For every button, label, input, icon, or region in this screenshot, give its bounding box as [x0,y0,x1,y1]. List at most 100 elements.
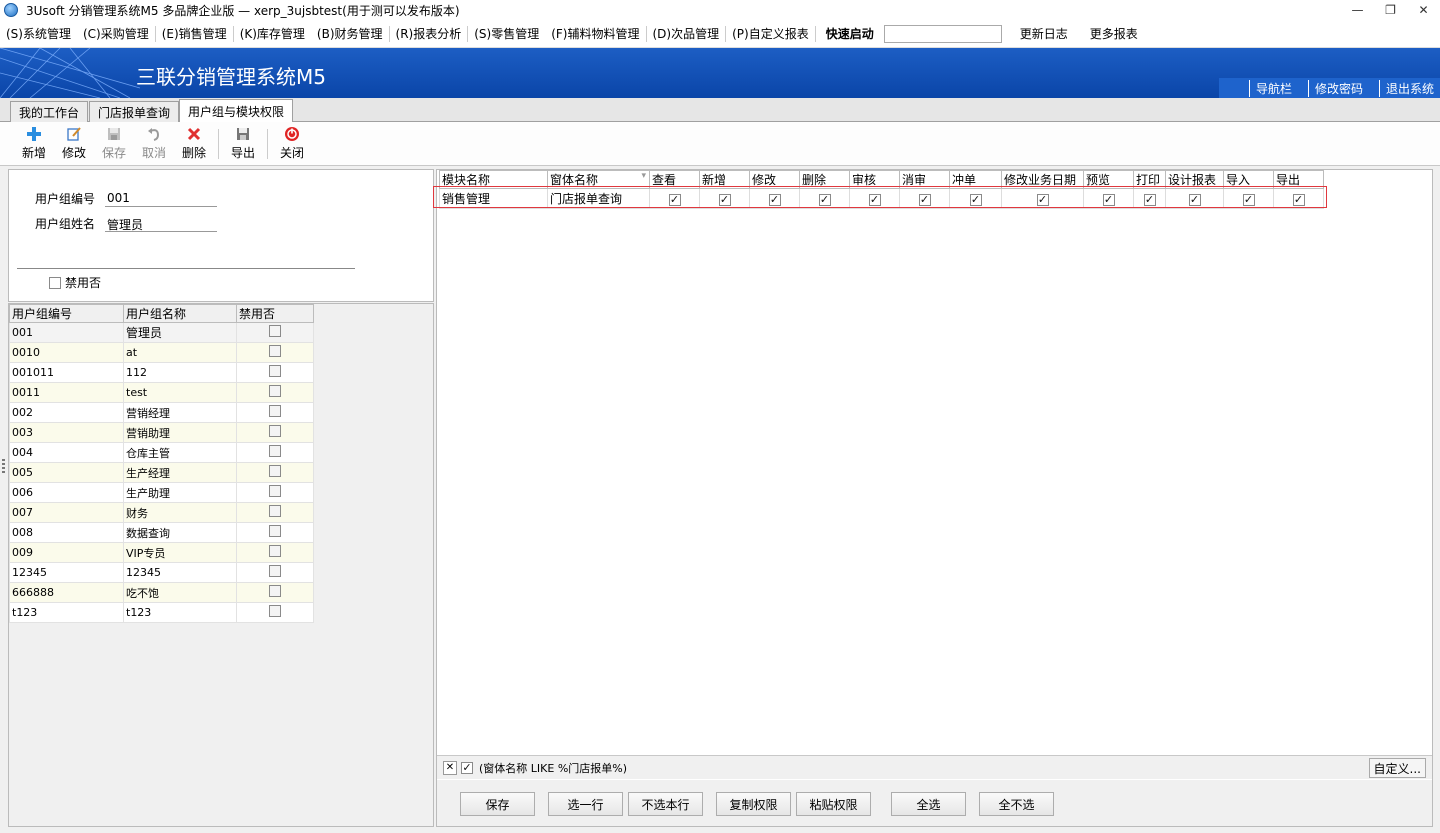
row-disabled-checkbox[interactable] [269,445,281,457]
copy-permissions-button[interactable]: 复制权限 [716,792,791,816]
table-row[interactable]: 666888 吃不饱 [9,582,314,603]
row-disabled-checkbox[interactable] [269,505,281,517]
permission-checkbox[interactable] [768,193,781,206]
clear-filter-button[interactable]: ✕ [443,760,457,775]
perm-col-header[interactable]: 冲单 [949,170,1002,189]
edit-button[interactable]: 修改 [54,124,94,164]
menu-sales[interactable]: (E)销售管理 [156,20,233,48]
menu-defects[interactable]: (D)次品管理 [647,20,726,48]
row-disabled-checkbox[interactable] [269,565,281,577]
select-row-button[interactable]: 选一行 [548,792,623,816]
menu-retail[interactable]: (S)零售管理 [468,20,545,48]
disabled-checkbox[interactable] [49,276,61,289]
nav-bar-link[interactable]: 导航栏 [1248,79,1298,97]
perm-col-header[interactable]: 查看 [649,170,700,189]
select-all-button[interactable]: 全选 [891,792,966,816]
permission-checkbox[interactable] [1188,193,1201,206]
menu-custom-reports[interactable]: (P)自定义报表 [726,20,815,48]
table-row[interactable]: 005 生产经理 [9,462,314,483]
table-row[interactable]: 销售管理 门店报单查询 [439,188,1324,209]
permission-checkbox[interactable] [1292,193,1305,206]
add-button[interactable]: 新增 [14,124,54,164]
close-window-button[interactable]: ✕ [1407,0,1440,20]
perm-col-header[interactable]: 修改业务日期 [1001,170,1084,189]
perm-col-header[interactable]: 导入 [1223,170,1274,189]
permission-checkbox[interactable] [918,193,931,206]
menu-reports[interactable]: (R)报表分析 [390,20,468,48]
paste-permissions-button[interactable]: 粘贴权限 [796,792,871,816]
close-button[interactable]: 关闭 [272,124,312,164]
row-disabled-checkbox[interactable] [269,485,281,497]
permission-checkbox[interactable] [868,193,881,206]
table-row[interactable]: 002 营销经理 [9,402,314,423]
table-row[interactable]: 0011 test [9,382,314,403]
row-disabled-checkbox[interactable] [269,405,281,417]
table-row[interactable]: 001011 112 [9,362,314,383]
col-disabled[interactable]: 禁用否 [236,304,314,323]
more-reports-link[interactable]: 更多报表 [1084,20,1144,48]
disabled-option[interactable]: 禁用否 [49,274,101,291]
col-group-code[interactable]: 用户组编号 [9,304,124,323]
table-row[interactable]: 007 财务 [9,502,314,523]
table-row[interactable]: t123 t123 [9,602,314,623]
unselect-row-button[interactable]: 不选本行 [628,792,703,816]
perm-col-header[interactable]: 导出 [1273,170,1324,189]
customize-filter-button[interactable]: 自定义... [1368,758,1426,778]
table-row[interactable]: 006 生产助理 [9,482,314,503]
tab-store-order-query[interactable]: 门店报单查询 [89,101,180,122]
delete-button[interactable]: 删除 [174,124,214,164]
group-name-field[interactable]: 管理员 [105,216,217,232]
filter-dropdown-icon[interactable]: ▾ [641,171,646,181]
menu-system[interactable]: (S)系统管理 [0,20,77,48]
group-code-field[interactable]: 001 [105,191,217,207]
permission-checkbox[interactable] [1102,193,1115,206]
row-disabled-checkbox[interactable] [269,605,281,617]
perm-col-header[interactable]: 审核 [849,170,900,189]
menu-purchase[interactable]: (C)采购管理 [77,20,155,48]
perm-col-header[interactable]: 打印 [1133,170,1166,189]
permission-checkbox[interactable] [969,193,982,206]
table-row[interactable]: 003 营销助理 [9,422,314,443]
permission-checkbox[interactable] [1036,193,1049,206]
splitter-grip[interactable] [2,459,5,473]
filter-expression[interactable]: (窗体名称 LIKE %门店报单%) [479,760,627,776]
table-row[interactable]: 004 仓库主管 [9,442,314,463]
logout-link[interactable]: 退出系统 [1378,79,1440,97]
perm-col-header[interactable]: 新增 [699,170,750,189]
filter-enabled-checkbox[interactable] [461,761,473,774]
menu-inventory[interactable]: (K)库存管理 [234,20,311,48]
perm-col-header[interactable]: 删除 [799,170,850,189]
menu-finance[interactable]: (B)财务管理 [311,20,389,48]
row-disabled-checkbox[interactable] [269,545,281,557]
select-none-button[interactable]: 全不选 [979,792,1054,816]
quick-launch-input[interactable] [883,24,1002,43]
restore-button[interactable]: ❐ [1374,0,1407,20]
table-row[interactable]: 0010 at [9,342,314,363]
row-disabled-checkbox[interactable] [269,525,281,537]
perm-col-header[interactable]: 设计报表 [1165,170,1224,189]
tab-user-group-permissions[interactable]: 用户组与模块权限 [179,99,294,123]
row-disabled-checkbox[interactable] [269,345,281,357]
table-row[interactable]: 001 管理员 [9,322,314,343]
cancel-button[interactable]: 取消 [134,124,174,164]
row-disabled-checkbox[interactable] [269,425,281,437]
permission-checkbox[interactable] [1143,193,1156,206]
tab-workbench[interactable]: 我的工作台 [10,101,89,122]
perm-col-header[interactable]: 修改 [749,170,800,189]
table-row[interactable]: 009 VIP专员 [9,542,314,563]
save-permissions-button[interactable]: 保存 [460,792,535,816]
col-group-name[interactable]: 用户组名称 [123,304,237,323]
minimize-button[interactable]: — [1341,0,1374,20]
permission-checkbox[interactable] [668,193,681,206]
menu-materials[interactable]: (F)辅料物料管理 [545,20,645,48]
row-disabled-checkbox[interactable] [269,385,281,397]
change-password-link[interactable]: 修改密码 [1307,79,1369,97]
save-button[interactable]: 保存 [94,124,134,164]
perm-col-header[interactable]: 消审 [899,170,950,189]
permission-checkbox[interactable] [818,193,831,206]
export-button[interactable]: 导出 [223,124,263,164]
perm-col-header[interactable]: 窗体名称 ▾ [547,170,650,189]
table-row[interactable]: 008 数据查询 [9,522,314,543]
row-disabled-checkbox[interactable] [269,365,281,377]
row-disabled-checkbox[interactable] [269,465,281,477]
